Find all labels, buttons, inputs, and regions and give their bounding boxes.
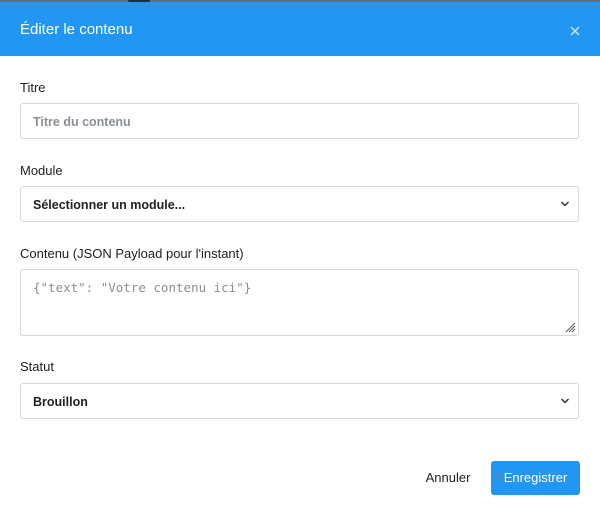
module-select-value: Sélectionner un module...	[33, 198, 186, 212]
module-select[interactable]: Sélectionner un module...	[20, 186, 579, 222]
content-textarea[interactable]: {"text": "Votre contenu ici"}	[20, 269, 579, 336]
status-select-value: Brouillon	[33, 395, 88, 409]
status-label: Statut	[20, 359, 54, 374]
title-input[interactable]: Titre du contenu	[20, 103, 579, 139]
content-textarea-placeholder: {"text": "Votre contenu ici"}	[33, 280, 252, 295]
chevron-down-icon	[560, 201, 570, 207]
title-label: Titre	[20, 80, 46, 95]
resize-handle-icon[interactable]	[564, 321, 576, 333]
close-icon[interactable]	[566, 22, 584, 40]
title-input-placeholder: Titre du contenu	[33, 115, 131, 129]
module-label: Module	[20, 163, 63, 178]
dialog-title: Éditer le contenu	[20, 21, 133, 38]
save-button[interactable]: Enregistrer	[491, 461, 580, 495]
status-select[interactable]: Brouillon	[20, 383, 579, 419]
chevron-down-icon	[560, 398, 570, 404]
content-label: Contenu (JSON Payload pour l'instant)	[20, 246, 244, 261]
cancel-button[interactable]: Annuler	[418, 461, 478, 495]
dialog-header: Éditer le contenu	[0, 2, 600, 56]
